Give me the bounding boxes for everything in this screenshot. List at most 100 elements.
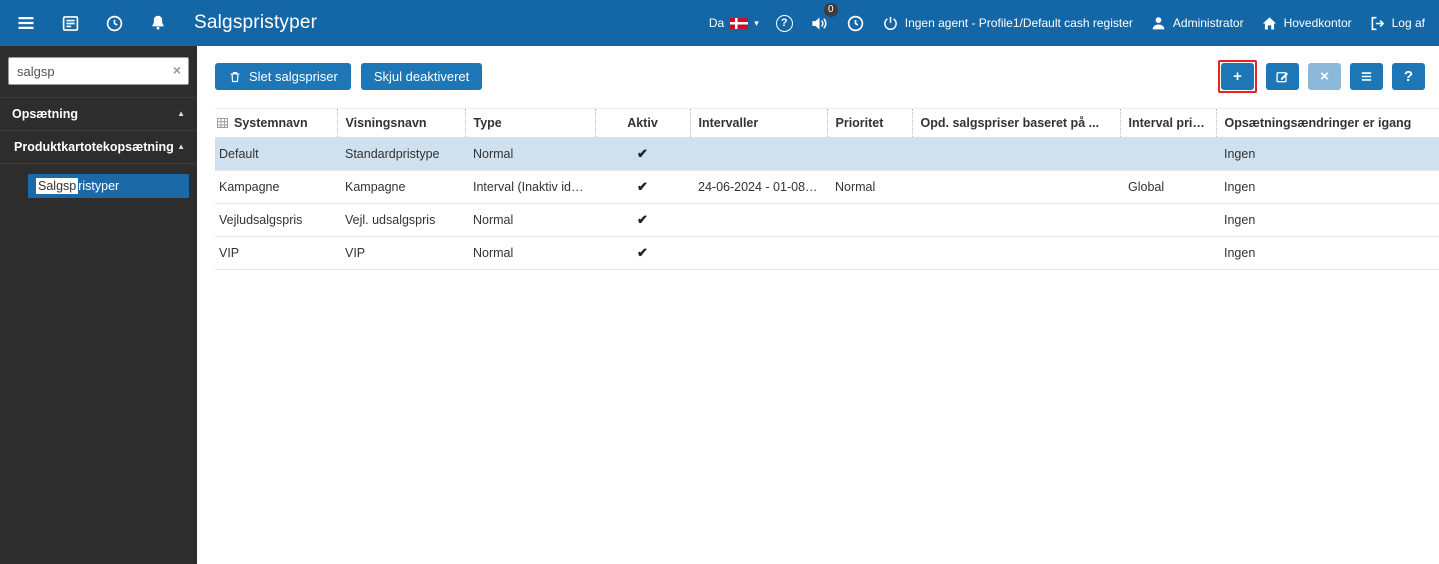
- sidebar-item-label-rest: ristyper: [78, 179, 120, 193]
- column-header-8[interactable]: Interval prist...: [1119, 108, 1216, 138]
- notifications-bell-icon[interactable]: [146, 11, 170, 35]
- table-cell: Vejl. udsalgspris: [337, 203, 465, 237]
- close-button[interactable]: ×: [1308, 63, 1341, 90]
- table-help-button[interactable]: ?: [1392, 63, 1425, 90]
- close-icon: ×: [1320, 68, 1329, 85]
- column-header-label: Visningsnavn: [345, 116, 427, 130]
- table-cell: [1120, 236, 1216, 270]
- journal-icon[interactable]: [58, 11, 82, 35]
- salespricetypes-table: Systemnavn Visningsnavn Type Aktiv Intervall…: [215, 108, 1439, 270]
- column-header-2[interactable]: Visningsnavn: [336, 108, 465, 138]
- table-cell: [827, 236, 912, 270]
- table-cell: 24-06-2024 - 01-08-...: [690, 170, 827, 204]
- table-cell: VIP: [215, 236, 337, 270]
- clock-icon[interactable]: [102, 11, 126, 35]
- column-header-label: Opd. salgspriser baseret på ...: [920, 116, 1100, 130]
- column-header-4[interactable]: Aktiv: [594, 108, 690, 138]
- delete-salesprices-button[interactable]: Slet salgspriser: [215, 63, 351, 90]
- page-title: Salgspristyper: [194, 12, 318, 33]
- column-header-1[interactable]: Systemnavn: [215, 108, 337, 138]
- table-cell: [912, 236, 1120, 270]
- column-header-6[interactable]: Prioritet: [826, 108, 912, 138]
- table-row[interactable]: Kampagne Kampagne Interval (Inaktiv idag) ✔…: [215, 170, 1439, 204]
- speaker-icon: [812, 17, 827, 29]
- column-header-label: Aktiv: [627, 116, 658, 130]
- notification-count-badge: 0: [823, 2, 838, 17]
- active-check-cell: ✔: [595, 236, 690, 270]
- column-header-3[interactable]: Type: [464, 108, 595, 138]
- edit-button[interactable]: [1266, 63, 1299, 90]
- table-row[interactable]: Vejludsalgspris Vejl. udsalgspris Normal ✔ I…: [215, 203, 1439, 237]
- language-selector[interactable]: Da ▾: [709, 16, 759, 30]
- toolbar: Slet salgspriser Skjul deaktiveret + × ?: [215, 60, 1439, 93]
- column-header-7[interactable]: Opd. salgspriser baseret på ...: [911, 108, 1120, 138]
- topbar-left-icons: [14, 11, 170, 35]
- table-cell: [912, 137, 1120, 171]
- office-menu[interactable]: Hovedkontor: [1261, 15, 1352, 32]
- table-cell: Normal: [465, 203, 595, 237]
- logout-icon: [1371, 16, 1384, 30]
- collapse-icon: ▲: [177, 109, 185, 118]
- help-button[interactable]: ?: [775, 14, 793, 32]
- home-icon: [1262, 16, 1276, 29]
- help-icon: ?: [775, 14, 793, 32]
- main-content: Slet salgspriser Skjul deaktiveret + × ?: [197, 46, 1439, 564]
- column-header-label: Systemnavn: [234, 116, 308, 130]
- list-menu-button[interactable]: [1350, 63, 1383, 90]
- history-clock-button[interactable]: [846, 14, 865, 33]
- clear-search-icon[interactable]: ×: [173, 63, 181, 77]
- table-cell: [912, 170, 1120, 204]
- table-cell: [690, 236, 827, 270]
- table-cell: Interval (Inaktiv idag): [465, 170, 595, 204]
- table-cell: Global: [1120, 170, 1216, 204]
- search-input[interactable]: [8, 57, 189, 85]
- agent-status[interactable]: Ingen agent - Profile1/Default cash regi…: [882, 15, 1133, 32]
- table-cell: Kampagne: [215, 170, 337, 204]
- table-row[interactable]: VIP VIP Normal ✔ Ingen: [215, 236, 1439, 270]
- table-cell: [1120, 137, 1216, 171]
- topbar: Salgspristyper Da ▾ ? 0 Ingen agent - Pr…: [0, 0, 1439, 46]
- column-header-label: Intervaller: [698, 116, 759, 130]
- hide-deactivated-button[interactable]: Skjul deaktiveret: [360, 63, 483, 90]
- active-check-cell: ✔: [595, 170, 690, 204]
- table-cell: [827, 137, 912, 171]
- table-cell: Vejludsalgspris: [215, 203, 337, 237]
- delete-button-label: Slet salgspriser: [249, 69, 338, 84]
- active-check-cell: ✔: [595, 137, 690, 171]
- user-label: Administrator: [1172, 16, 1244, 30]
- table-row[interactable]: Default Standardpristype Normal ✔ Ingen: [215, 137, 1439, 171]
- annotation-highlight-box: +: [1218, 60, 1257, 93]
- sidebar-group-produktkartotek[interactable]: Produktkartotekopsætning ▲: [0, 131, 197, 164]
- chevron-down-icon: ▾: [754, 17, 759, 28]
- power-icon: [883, 16, 897, 30]
- column-header-5[interactable]: Intervaller: [689, 108, 827, 138]
- table-cell: Ingen: [1216, 137, 1439, 171]
- table-body: Default Standardpristype Normal ✔ Ingen Kampa…: [215, 137, 1439, 270]
- table-cell: Normal: [465, 137, 595, 171]
- search-match-highlight: Salgsp: [36, 178, 79, 194]
- user-menu[interactable]: Administrator: [1150, 15, 1244, 32]
- column-header-9[interactable]: Opsætningsændringer er igang: [1215, 108, 1439, 138]
- sidebar-search: ×: [0, 46, 197, 97]
- sidebar-section-opsaetning[interactable]: Opsætning ▲: [0, 97, 197, 131]
- menu-icon[interactable]: [14, 11, 38, 35]
- hide-button-label: Skjul deaktiveret: [373, 69, 470, 84]
- table-cell: Ingen: [1216, 203, 1439, 237]
- sidebar-item-salgspristyper[interactable]: Salgsp ristyper: [28, 174, 189, 198]
- column-header-label: Opsætningsændringer er igang: [1224, 116, 1412, 130]
- table-cell: Ingen: [1216, 236, 1439, 270]
- table-cell: VIP: [337, 236, 465, 270]
- table-cell: Kampagne: [337, 170, 465, 204]
- sidebar-group-label: Produktkartotekopsætning: [14, 140, 174, 154]
- sound-button[interactable]: 0: [810, 2, 838, 33]
- language-label: Da: [708, 16, 725, 30]
- add-button[interactable]: +: [1221, 63, 1254, 90]
- table-cell: [827, 203, 912, 237]
- table-cell: [690, 137, 827, 171]
- edit-pencil-icon: [1276, 72, 1289, 83]
- table-cell: Ingen: [1216, 170, 1439, 204]
- table-cell: [1120, 203, 1216, 237]
- logout-label: Log af: [1391, 16, 1425, 30]
- logout-button[interactable]: Log af: [1369, 15, 1425, 32]
- plus-icon: +: [1233, 68, 1242, 85]
